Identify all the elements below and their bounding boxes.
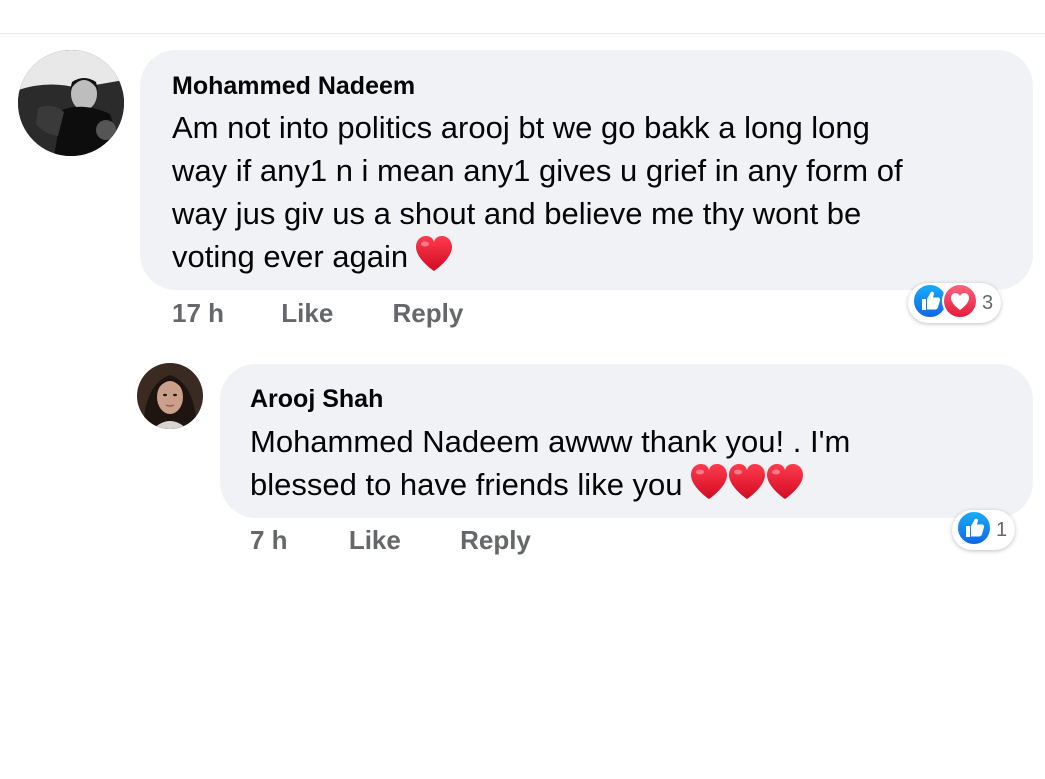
- like-button[interactable]: Like: [349, 525, 401, 556]
- like-button[interactable]: Like: [281, 298, 333, 329]
- comment-text-line: way if any1 n i mean any1 gives u grief …: [172, 153, 903, 188]
- reaction-count: 3: [982, 291, 994, 314]
- comment-text-line: Mohammed Nadeem awww thank you! . I'm: [250, 424, 851, 459]
- red-heart-icon: [416, 236, 453, 271]
- comment-text-line: voting ever again: [172, 235, 1012, 278]
- reply-button[interactable]: Reply: [460, 525, 531, 556]
- comment-text-fragment: voting ever again: [172, 239, 409, 274]
- avatar[interactable]: [18, 50, 124, 156]
- reply-button[interactable]: Reply: [393, 298, 464, 329]
- red-heart-icon: [690, 464, 727, 499]
- love-reaction-icon: [942, 282, 978, 324]
- comment-text: Am not into politics arooj bt we go bakk…: [172, 106, 1012, 278]
- comment-text: Mohammed Nadeem awww thank you! . I'm bl…: [250, 420, 1020, 506]
- red-heart-icon: [728, 464, 765, 499]
- avatar[interactable]: [137, 363, 203, 429]
- comment-author[interactable]: Arooj Shah: [250, 385, 383, 414]
- reaction-count: 1: [996, 518, 1008, 541]
- comment-text-line: Am not into politics arooj bt we go bakk…: [172, 110, 870, 145]
- comment-actions: 17 h Like Reply: [172, 298, 463, 329]
- comment-actions: 7 h Like Reply: [250, 525, 531, 556]
- red-heart-icon: [766, 464, 803, 499]
- comment-time[interactable]: 17 h: [172, 298, 224, 329]
- reactions-summary[interactable]: 1: [952, 509, 1016, 551]
- comment-text-fragment: blessed to have friends like you: [250, 467, 683, 502]
- comment-text-line: blessed to have friends like you: [250, 463, 1020, 506]
- like-reaction-icon: [956, 509, 992, 551]
- comment-author[interactable]: Mohammed Nadeem: [172, 72, 415, 101]
- reactions-summary[interactable]: 3: [908, 282, 1002, 324]
- comment-text-line: way jus giv us a shout and believe me th…: [172, 196, 862, 231]
- comment-time[interactable]: 7 h: [250, 525, 288, 556]
- top-divider: [0, 33, 1045, 34]
